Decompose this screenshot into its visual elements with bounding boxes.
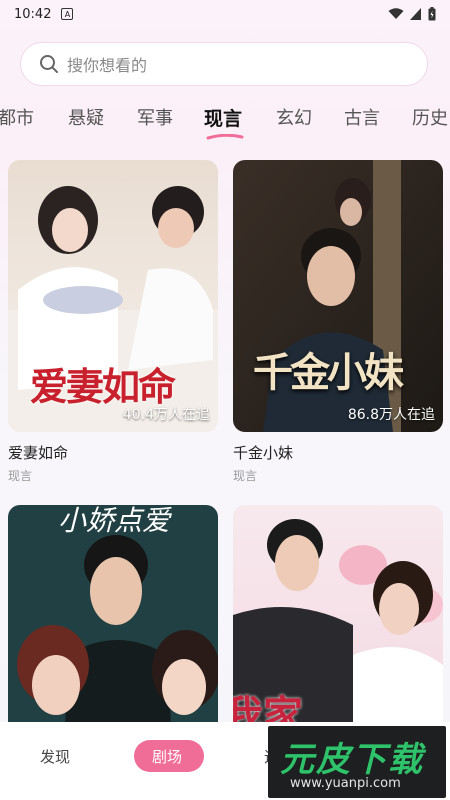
- wifi-icon: [388, 8, 404, 19]
- drama-poster[interactable]: 爱妻如命 40.4万人在追: [8, 160, 218, 432]
- poster-title-art: 小娇点爱: [58, 505, 171, 537]
- poster-title-art: 千金小妹: [253, 349, 404, 396]
- status-bar: 10:42 A: [0, 0, 450, 28]
- tab-xuanhuan[interactable]: 玄幻: [276, 104, 312, 130]
- nav-discover[interactable]: 发现: [40, 746, 70, 767]
- viewer-count-badge: 86.8万人在追: [347, 407, 435, 423]
- tab-xianyan[interactable]: 现言: [204, 104, 242, 131]
- active-tab-indicator: [206, 134, 244, 140]
- tab-lishi[interactable]: 历史: [412, 104, 448, 130]
- status-time: 10:42: [14, 6, 52, 22]
- battery-icon: [428, 7, 436, 21]
- search-placeholder: 搜你想看的: [67, 56, 148, 75]
- notification-app-icon: A: [61, 8, 74, 20]
- poster-title-art: 爱妻如命: [30, 364, 176, 409]
- viewer-count-badge: 40.4万人在追: [122, 407, 210, 423]
- card-genre: 现言: [233, 469, 258, 483]
- search-icon: [40, 55, 58, 73]
- card-title[interactable]: 千金小妹: [233, 442, 443, 463]
- card-title[interactable]: 爱妻如命: [8, 442, 218, 463]
- site-watermark: 元皮下载 www.yuanpi.com: [268, 726, 446, 798]
- tab-junshi[interactable]: 军事: [137, 104, 173, 130]
- cellular-signal-icon: [410, 8, 421, 20]
- screen: 10:42 A 搜你想看的 都市 悬疑 军事 现言 玄幻 古言 历史 爱妻如命 …: [0, 0, 450, 800]
- nav-theater[interactable]: 剧场: [152, 746, 182, 767]
- card-genre: 现言: [8, 469, 33, 483]
- search-input[interactable]: 搜你想看的: [20, 42, 428, 86]
- drama-card[interactable]: 爱妻如命 40.4万人在追 爱妻如命 现言: [8, 160, 218, 484]
- tab-dushi[interactable]: 都市: [0, 104, 34, 130]
- tab-guyan[interactable]: 古言: [344, 104, 380, 130]
- drama-card[interactable]: 千金小妹 86.8万人在追 千金小妹 现言: [233, 160, 443, 484]
- watermark-url: www.yuanpi.com: [290, 776, 401, 791]
- drama-poster[interactable]: 千金小妹 86.8万人在追: [233, 160, 443, 432]
- tab-xuanyi[interactable]: 悬疑: [68, 104, 104, 130]
- watermark-title: 元皮下载: [280, 740, 424, 780]
- status-left: 10:42 A: [14, 6, 74, 22]
- status-right: [388, 7, 436, 21]
